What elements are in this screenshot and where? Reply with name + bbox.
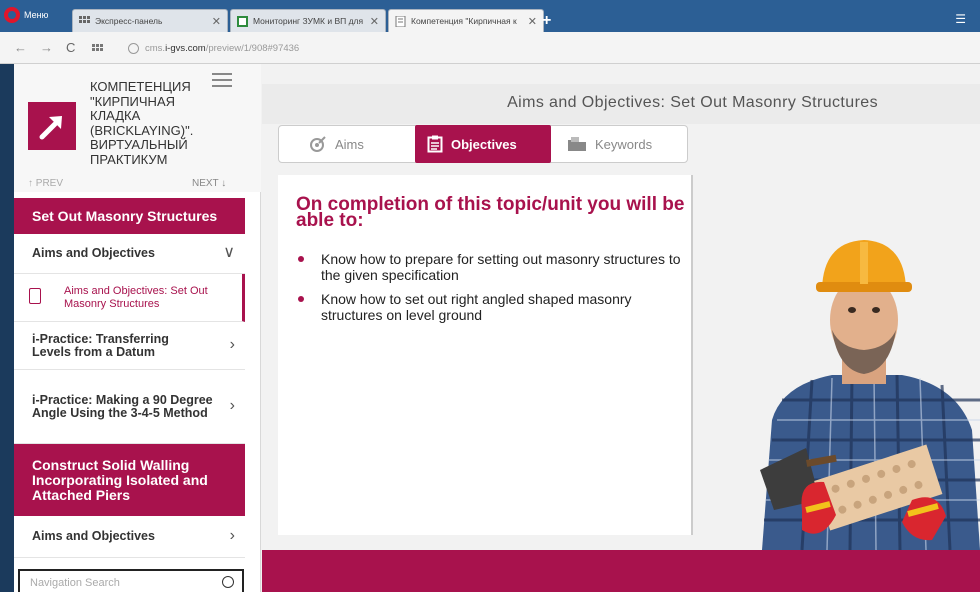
objectives-list: Know how to prepare for setting out maso… [296,251,691,331]
url-text: cms.i-gvs.com/preview/1/908#97436 [145,42,300,54]
tab-label: Компетенция "Кирпичная к [411,16,517,26]
forward-arrow-icon[interactable]: → [40,40,53,55]
search-placeholder: Navigation Search [30,577,120,589]
browser-tab-speed-dial[interactable]: Экспресс-панель ✕ [72,9,228,32]
arrow-logo-icon [39,116,62,140]
tab-aims[interactable]: Aims [297,125,407,163]
search-icon[interactable] [222,576,234,588]
tab-keywords[interactable]: Keywords [555,125,685,163]
chevron-right-icon: › [229,336,235,354]
main-content: Aims and Objectives: Set Out Masonry Str… [262,64,980,592]
document-icon [29,288,41,304]
objectives-headline: On completion of this topic/unit you wil… [296,194,685,231]
tab-label: Мониторинг ЗУМК и ВП для [253,16,364,26]
speed-dial-icon[interactable] [92,44,103,55]
menu-item-transferring-levels[interactable]: i-Practice: Transferring Levels from a D… [14,322,245,370]
next-link[interactable]: NEXT ↓ [192,178,226,189]
hamburger-menu-icon[interactable] [212,73,232,91]
sheet-icon [237,15,248,27]
tab-close-icon[interactable]: ✕ [212,15,221,28]
menu-item-aims-objectives-2[interactable]: Aims and Objectives › [14,516,245,558]
target-icon [310,136,326,152]
opera-menu-button[interactable]: Меню [4,4,66,26]
bricklayer-worker-image [760,240,980,550]
footer-band [262,550,980,592]
folder-icon [568,137,586,151]
topic-title-bar: Aims and Objectives: Set Out Masonry Str… [262,84,980,124]
prev-link[interactable]: ↑ PREV [28,178,63,189]
address-bar: ← → C cms.i-gvs.com/preview/1/908#97436 [0,32,980,64]
browser-tab-monitoring[interactable]: Мониторинг ЗУМК и ВП для ✕ [230,9,386,32]
course-logo [28,102,76,150]
course-header: КОМПЕТЕНЦИЯ "КИРПИЧНАЯ КЛАДКА (BRICKLAYI… [14,64,261,192]
list-item: Know how to set out right angled shaped … [296,291,691,323]
url-input[interactable]: cms.i-gvs.com/preview/1/908#97436 [128,38,980,58]
tab-close-icon[interactable]: ✕ [528,15,537,28]
menu-item-90-degree[interactable]: i-Practice: Making a 90 Degree Angle Usi… [14,370,245,444]
speed-dial-icon [79,15,90,23]
tab-label: Экспресс-панель [95,16,163,26]
menu-item-label: Aims and Objectives: Set Out Masonry Str… [64,285,208,310]
browser-tab-bar: Меню Экспресс-панель ✕ Мониторинг ЗУМК и… [0,0,980,32]
page-title: Aims and Objectives: Set Out Masonry Str… [507,94,878,111]
tab-objectives[interactable]: Objectives [415,125,551,163]
back-arrow-icon[interactable]: ← [14,40,27,55]
reload-icon[interactable]: C [66,40,75,55]
tab-menu-icon[interactable]: ☰ [955,12,966,26]
course-title: КОМПЕТЕНЦИЯ "КИРПИЧНАЯ КЛАДКА (BRICKLAYI… [90,79,194,167]
chevron-right-icon: › [229,527,235,545]
clipboard-icon [427,135,443,153]
opera-logo-icon [4,7,20,23]
tab-close-icon[interactable]: ✕ [370,15,379,28]
browser-tab-competency[interactable]: Компетенция "Кирпичная к ✕ [388,9,544,32]
objectives-panel: On completion of this topic/unit you wil… [278,175,693,535]
menu-item-label: Aims and Objectives [32,246,155,261]
menu-item-label: i-Practice: Making a 90 Degree Angle Usi… [32,393,213,420]
list-item: Know how to prepare for setting out maso… [296,251,691,283]
section-header-set-out[interactable]: Set Out Masonry Structures [14,198,245,234]
menu-item-label: i-Practice: Transferring Levels from a D… [32,332,169,359]
new-tab-button[interactable]: + [542,12,551,30]
chevron-down-icon: ∨ [223,244,235,262]
menu-label: Меню [24,10,49,20]
globe-icon [128,42,139,54]
course-sidebar: КОМПЕТЕНЦИЯ "КИРПИЧНАЯ КЛАДКА (BRICKLAYI… [14,64,261,592]
menu-item-current-topic[interactable]: Aims and Objectives: Set Out Masonry Str… [14,274,245,322]
page-icon [395,15,406,27]
menu-item-aims-objectives[interactable]: Aims and Objectives ∨ [14,234,245,274]
content-tabs: Aims Objectives Keywords [278,125,688,163]
chevron-right-icon: › [229,397,235,415]
web-page: КОМПЕТЕНЦИЯ "КИРПИЧНАЯ КЛАДКА (BRICKLAYI… [14,64,980,592]
navigation-search-input[interactable]: Navigation Search [18,569,244,592]
section-header-solid-walling[interactable]: Construct Solid Walling Incorporating Is… [14,444,245,516]
menu-item-label: Aims and Objectives [32,529,155,544]
